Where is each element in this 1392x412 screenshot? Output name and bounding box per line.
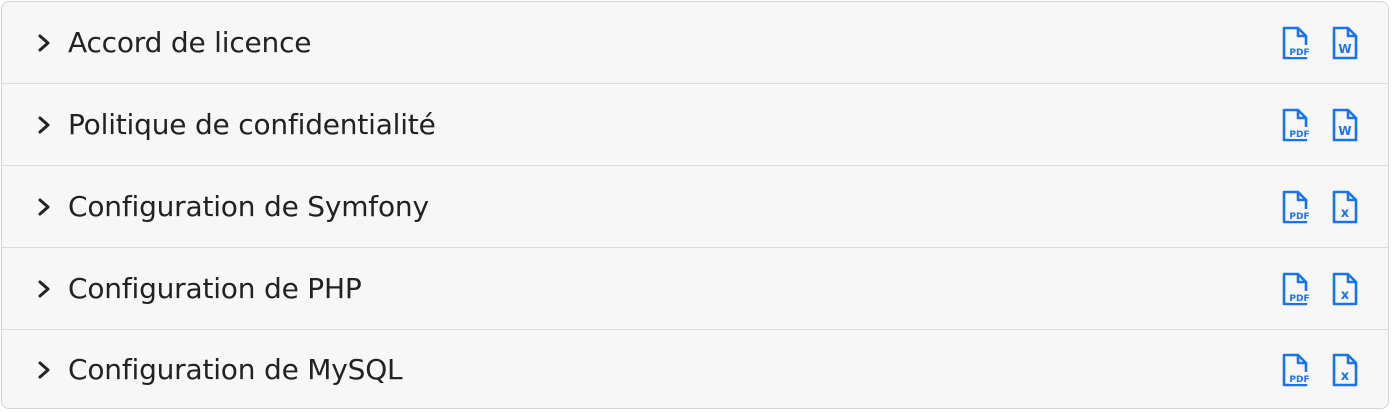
accordion-item-label: Accord de licence: [68, 25, 312, 59]
documents-accordion: Accord de licence PDF W Politique de con…: [1, 1, 1389, 409]
chevron-right-icon[interactable]: [36, 279, 52, 299]
accordion-item[interactable]: Configuration de PHP PDF x: [2, 248, 1388, 330]
accordion-item[interactable]: Accord de licence PDF W: [2, 2, 1388, 84]
excel-badge: x: [1341, 206, 1350, 221]
download-actions: PDF W: [1280, 108, 1360, 142]
pdf-file-icon[interactable]: PDF: [1280, 190, 1310, 224]
download-actions: PDF x: [1280, 190, 1360, 224]
accordion-item-label: Configuration de Symfony: [68, 189, 429, 223]
pdf-file-icon[interactable]: PDF: [1280, 108, 1310, 142]
accordion-item-label: Configuration de MySQL: [68, 353, 403, 386]
download-actions: PDF x: [1280, 353, 1360, 387]
chevron-right-icon[interactable]: [36, 360, 52, 380]
pdf-file-icon[interactable]: PDF: [1280, 26, 1310, 60]
pdf-badge: PDF: [1289, 48, 1309, 58]
download-actions: PDF x: [1280, 272, 1360, 306]
pdf-badge: PDF: [1289, 294, 1309, 304]
word-badge: W: [1338, 124, 1351, 138]
pdf-file-icon[interactable]: PDF: [1280, 272, 1310, 306]
chevron-right-icon[interactable]: [36, 197, 52, 217]
pdf-badge: PDF: [1289, 375, 1309, 385]
accordion-item[interactable]: Politique de confidentialité PDF W: [2, 84, 1388, 166]
word-file-icon[interactable]: W: [1330, 108, 1360, 142]
accordion-item[interactable]: Configuration de MySQL PDF x: [2, 330, 1388, 408]
accordion-item[interactable]: Configuration de Symfony PDF x: [2, 166, 1388, 248]
excel-file-icon[interactable]: x: [1330, 353, 1360, 387]
excel-file-icon[interactable]: x: [1330, 190, 1360, 224]
pdf-badge: PDF: [1289, 212, 1309, 222]
accordion-item-label: Politique de confidentialité: [68, 107, 436, 141]
pdf-file-icon[interactable]: PDF: [1280, 353, 1310, 387]
excel-file-icon[interactable]: x: [1330, 272, 1360, 306]
accordion-item-label: Configuration de PHP: [68, 271, 362, 305]
download-actions: PDF W: [1280, 26, 1360, 60]
excel-badge: x: [1341, 369, 1350, 384]
chevron-right-icon[interactable]: [36, 33, 52, 53]
pdf-badge: PDF: [1289, 130, 1309, 140]
excel-badge: x: [1341, 288, 1350, 303]
chevron-right-icon[interactable]: [36, 115, 52, 135]
word-badge: W: [1338, 42, 1351, 56]
word-file-icon[interactable]: W: [1330, 26, 1360, 60]
